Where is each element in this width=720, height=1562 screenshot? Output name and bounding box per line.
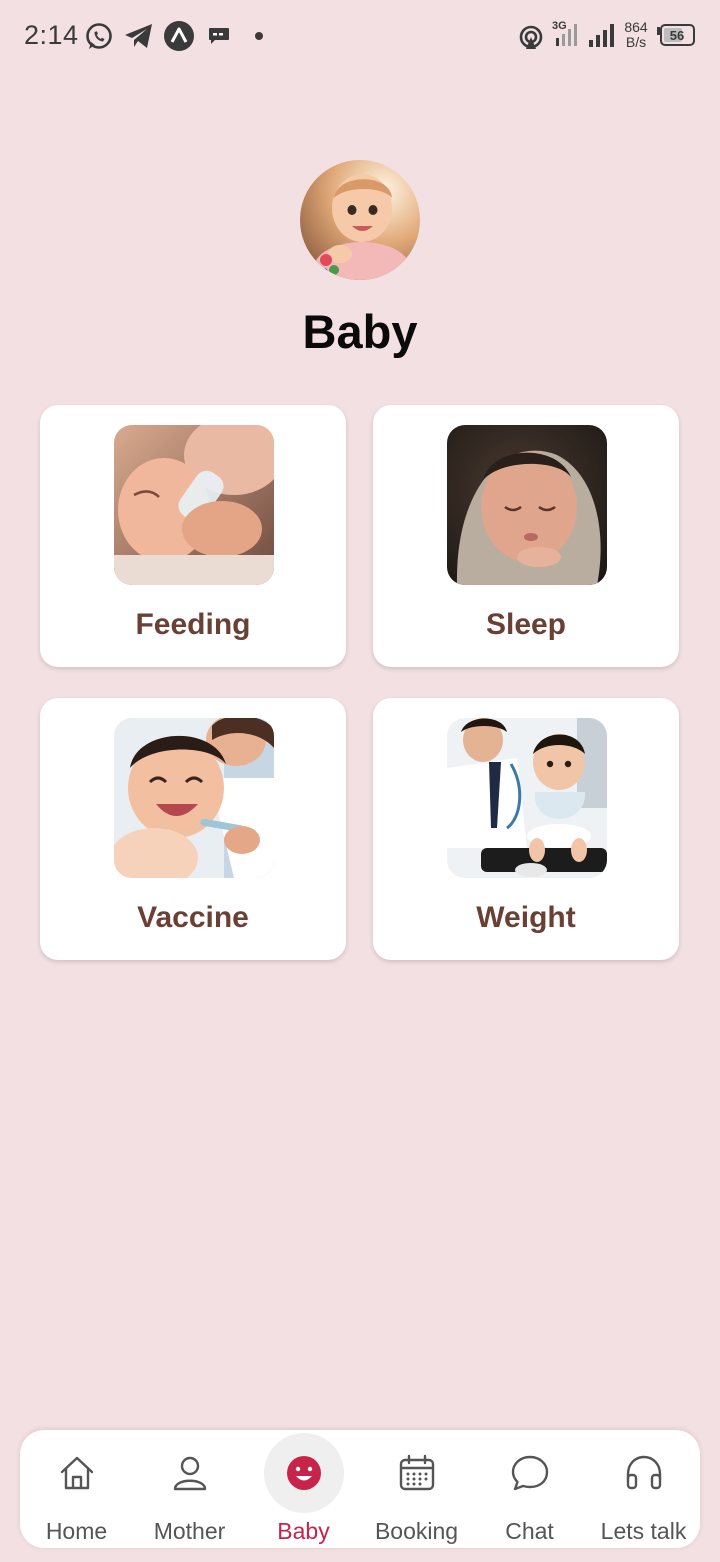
message-icon (209, 28, 229, 44)
sleep-label: Sleep (485, 608, 567, 641)
nav-home[interactable]: Home (20, 1430, 133, 1548)
network-speed: 864 B/s (620, 20, 652, 50)
calendar-icon (377, 1433, 457, 1513)
bottom-navigation: Home Mother Baby Booking Chat Lets talk (20, 1430, 700, 1548)
status-bar: 2:14 3G 864 B/s 56 (0, 0, 720, 72)
network-type-label: 3G (552, 20, 567, 32)
feeding-label: Feeding (135, 608, 251, 641)
nav-booking[interactable]: Booking (360, 1430, 473, 1548)
nav-home-label: Home (45, 1518, 108, 1544)
feeding-image (114, 425, 274, 585)
headphones-icon (604, 1433, 684, 1513)
app-notification-icon (164, 21, 194, 51)
signal-bars-icon (589, 24, 614, 47)
feeding-card[interactable]: Feeding (40, 405, 346, 667)
more-notifications-dot-icon (255, 32, 263, 40)
battery-level: 56 (670, 28, 684, 43)
battery-icon: 56 (657, 24, 695, 46)
vaccine-label: Vaccine (137, 901, 249, 934)
nav-chat-label: Chat (505, 1518, 554, 1544)
network-speed-unit: B/s (625, 34, 647, 50)
person-icon (150, 1433, 230, 1513)
nav-lets-talk-label: Lets talk (600, 1518, 687, 1544)
page-title: Baby (302, 305, 418, 358)
signal-3g-icon: 3G (552, 20, 577, 46)
nav-baby-label: Baby (277, 1518, 330, 1544)
hotspot-icon (519, 25, 543, 49)
chat-bubble-icon (490, 1433, 570, 1513)
home-icon (37, 1433, 117, 1513)
status-time: 2:14 (24, 20, 79, 50)
baby-face-icon (263, 1433, 344, 1513)
nav-lets-talk[interactable]: Lets talk (587, 1430, 700, 1548)
baby-avatar (300, 160, 420, 280)
nav-chat[interactable]: Chat (473, 1430, 586, 1548)
nav-mother[interactable]: Mother (133, 1430, 246, 1548)
weight-card[interactable]: Weight (373, 698, 679, 960)
sleep-image (447, 425, 607, 585)
nav-booking-label: Booking (374, 1518, 459, 1544)
nav-baby[interactable]: Baby (247, 1430, 360, 1548)
telegram-icon (125, 24, 152, 48)
weight-label: Weight (476, 901, 576, 934)
network-speed-value: 864 (624, 19, 648, 35)
weight-image (447, 718, 607, 878)
nav-mother-label: Mother (153, 1518, 226, 1544)
whatsapp-icon (86, 23, 112, 49)
sleep-card[interactable]: Sleep (373, 405, 679, 667)
vaccine-card[interactable]: Vaccine (40, 698, 346, 960)
vaccine-image (114, 718, 274, 878)
